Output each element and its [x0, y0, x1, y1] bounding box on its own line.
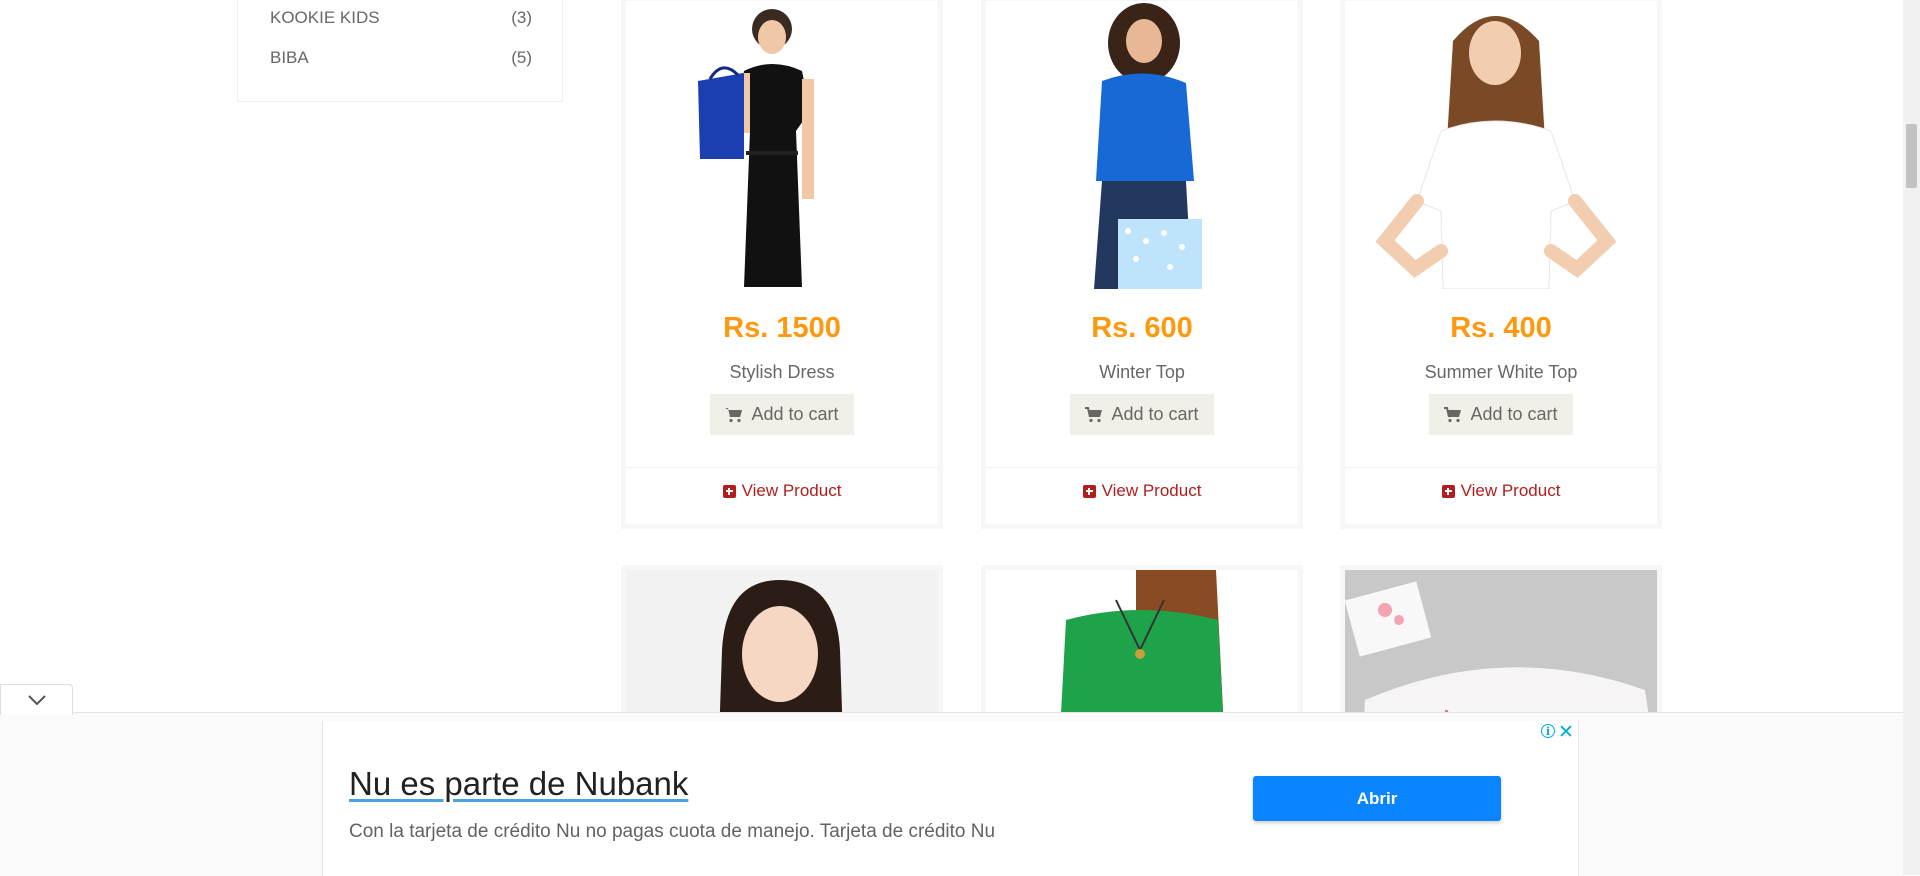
product-name: Stylish Dress	[729, 362, 835, 382]
add-to-cart-button[interactable]: Add to cart	[1070, 394, 1214, 435]
brand-count: (3)	[511, 8, 532, 27]
product-card: Rs. 400 Summer White Top Add to cart Vie…	[1340, 0, 1662, 529]
cart-icon	[1444, 406, 1462, 422]
product-name: Summer White Top	[1424, 362, 1578, 382]
view-product-label: View Product	[741, 481, 842, 500]
cart-icon	[1085, 406, 1103, 422]
cart-icon	[725, 407, 743, 422]
product-name: Winter Top	[1099, 362, 1185, 382]
ad-open-button[interactable]: Abrir	[1253, 776, 1501, 821]
scroll-thumb[interactable]	[1906, 124, 1917, 188]
ad-content[interactable]: Nu es parte de Nubank Con la tarjeta de …	[322, 721, 1579, 876]
view-product-label: View Product	[1460, 481, 1561, 500]
plus-square-icon	[1441, 484, 1455, 498]
view-product-link[interactable]: View Product	[626, 481, 938, 501]
ad-banner: Nu es parte de Nubank Con la tarjeta de …	[0, 712, 1903, 876]
brand-name: BIBA	[270, 48, 309, 67]
ad-title[interactable]: Nu es parte de Nubank	[349, 765, 688, 803]
chevron-down-icon	[27, 695, 46, 706]
add-to-cart-button[interactable]: Add to cart	[710, 394, 854, 435]
product-price: Rs. 1500	[723, 312, 841, 344]
brands-panel: KOOKIE KIDS (3) BIBA (5)	[237, 0, 563, 102]
plus-square-icon	[1082, 484, 1096, 498]
info-icon[interactable]: i	[1541, 724, 1555, 738]
product-card: Rs. 1500 Stylish Dress Add to cart View …	[621, 0, 943, 529]
product-image[interactable]	[986, 1, 1298, 289]
add-to-cart-label: Add to cart	[1111, 404, 1199, 424]
divider	[986, 467, 1298, 468]
close-icon[interactable]: ✕	[1558, 721, 1574, 744]
view-product-link[interactable]: View Product	[1345, 481, 1657, 501]
ad-description: Con la tarjeta de crédito Nu no pagas cu…	[349, 821, 996, 842]
page-scrollbar[interactable]	[1903, 0, 1920, 875]
view-product-link[interactable]: View Product	[986, 481, 1298, 501]
brand-item-biba[interactable]: BIBA (5)	[270, 46, 532, 70]
add-to-cart-button[interactable]: Add to cart	[1429, 394, 1573, 435]
product-card: Rs. 600 Winter Top Add to cart View Prod…	[981, 0, 1303, 529]
brand-name: KOOKIE KIDS	[270, 8, 380, 27]
divider	[626, 467, 938, 468]
product-price: Rs. 400	[1450, 312, 1552, 344]
plus-square-icon	[722, 484, 736, 498]
add-to-cart-label: Add to cart	[751, 404, 839, 424]
view-product-label: View Product	[1101, 481, 1202, 500]
ad-collapse-toggle[interactable]	[0, 684, 73, 715]
product-price: Rs. 600	[1091, 312, 1193, 344]
brand-item-kookie-kids[interactable]: KOOKIE KIDS (3)	[270, 6, 532, 30]
product-image[interactable]	[1345, 1, 1657, 289]
brand-count: (5)	[511, 48, 532, 67]
divider	[1345, 467, 1657, 468]
product-image[interactable]	[626, 1, 938, 289]
add-to-cart-label: Add to cart	[1470, 404, 1558, 424]
